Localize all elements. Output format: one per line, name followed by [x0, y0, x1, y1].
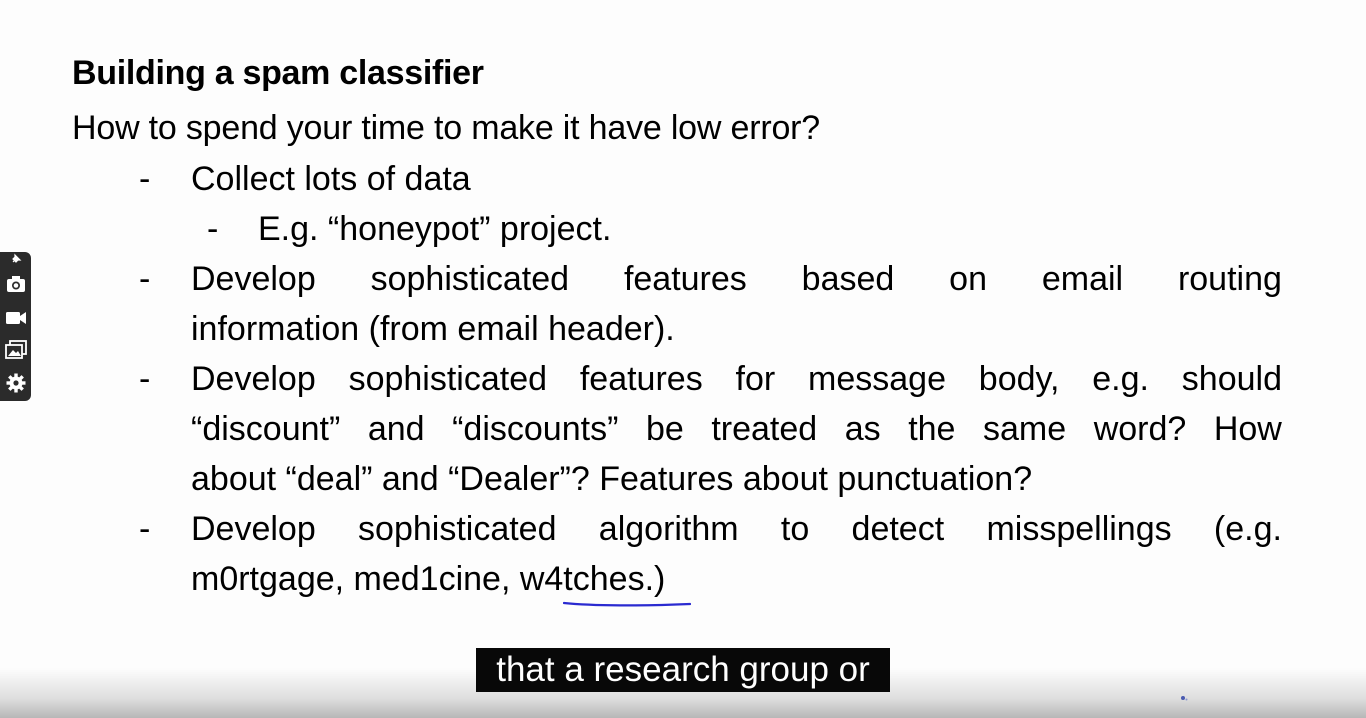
word: should — [1181, 360, 1282, 398]
word: Develop — [191, 360, 316, 398]
bullet-text-line: “discount” and “discounts” be treated as… — [191, 410, 1282, 449]
word: How — [1213, 410, 1282, 448]
slide-subtitle: How to spend your time to make it have l… — [72, 109, 820, 147]
word: misspellings — [986, 510, 1172, 548]
video-icon[interactable] — [4, 306, 28, 330]
bullet-marker: - — [139, 510, 151, 548]
bullet-text-line: Develop sophisticated features for messa… — [191, 360, 1282, 399]
word: sophisticated — [370, 260, 570, 298]
word: sophisticated — [358, 510, 557, 548]
word: algorithm — [598, 510, 739, 548]
word: based — [801, 260, 895, 298]
word: features — [579, 360, 703, 398]
gallery-icon[interactable] — [4, 338, 28, 362]
word: as — [844, 410, 881, 448]
bullet-marker: - — [139, 360, 151, 398]
mouse-cursor-icon — [1181, 696, 1188, 701]
word: email — [1041, 260, 1124, 298]
word: for — [735, 360, 776, 398]
settings-icon[interactable] — [4, 371, 28, 395]
word: Develop — [191, 510, 316, 548]
word: “discounts” — [452, 410, 619, 448]
word: word? — [1093, 410, 1187, 448]
word: body, — [978, 360, 1060, 398]
subtitle-caption: that a research group or — [476, 648, 890, 692]
word: treated — [711, 410, 818, 448]
bullet-text-line: m0rtgage, med1cine, w4tches.) — [191, 560, 666, 598]
word: e.g. — [1092, 360, 1149, 398]
slide-title: Building a spam classifier — [72, 54, 484, 92]
word: to — [780, 510, 810, 548]
word: same — [983, 410, 1067, 448]
word: features — [623, 260, 747, 298]
capture-toolbar — [0, 252, 31, 401]
sub-bullet-text: E.g. “honeypot” project. — [258, 210, 612, 248]
pen-underline-annotation — [563, 601, 691, 607]
bullet-text-line: Develop sophisticated algorithm to detec… — [191, 510, 1282, 549]
word: message — [808, 360, 946, 398]
word: Develop — [191, 260, 316, 298]
bullet-text-line: Develop sophisticated features based on … — [191, 260, 1282, 299]
bullet-text: Collect lots of data — [191, 160, 471, 198]
word: “discount” — [191, 410, 341, 448]
word: the — [908, 410, 956, 448]
word: sophisticated — [348, 360, 548, 398]
camera-icon[interactable] — [4, 272, 28, 296]
bullet-marker: - — [139, 260, 151, 298]
word: be — [645, 410, 684, 448]
bullet-text-line: information (from email header). — [191, 310, 675, 348]
bullet-text-line: about “deal” and “Dealer”? Features abou… — [191, 460, 1033, 498]
word: (e.g. — [1213, 510, 1282, 548]
word: detect — [851, 510, 945, 548]
pin-icon[interactable] — [4, 252, 28, 266]
slide: Building a spam classifier How to spend … — [0, 0, 1366, 718]
word: routing — [1177, 260, 1282, 298]
word: on — [949, 260, 987, 298]
word: and — [367, 410, 425, 448]
bullet-marker: - — [139, 160, 151, 198]
sub-bullet-marker: - — [207, 210, 219, 248]
